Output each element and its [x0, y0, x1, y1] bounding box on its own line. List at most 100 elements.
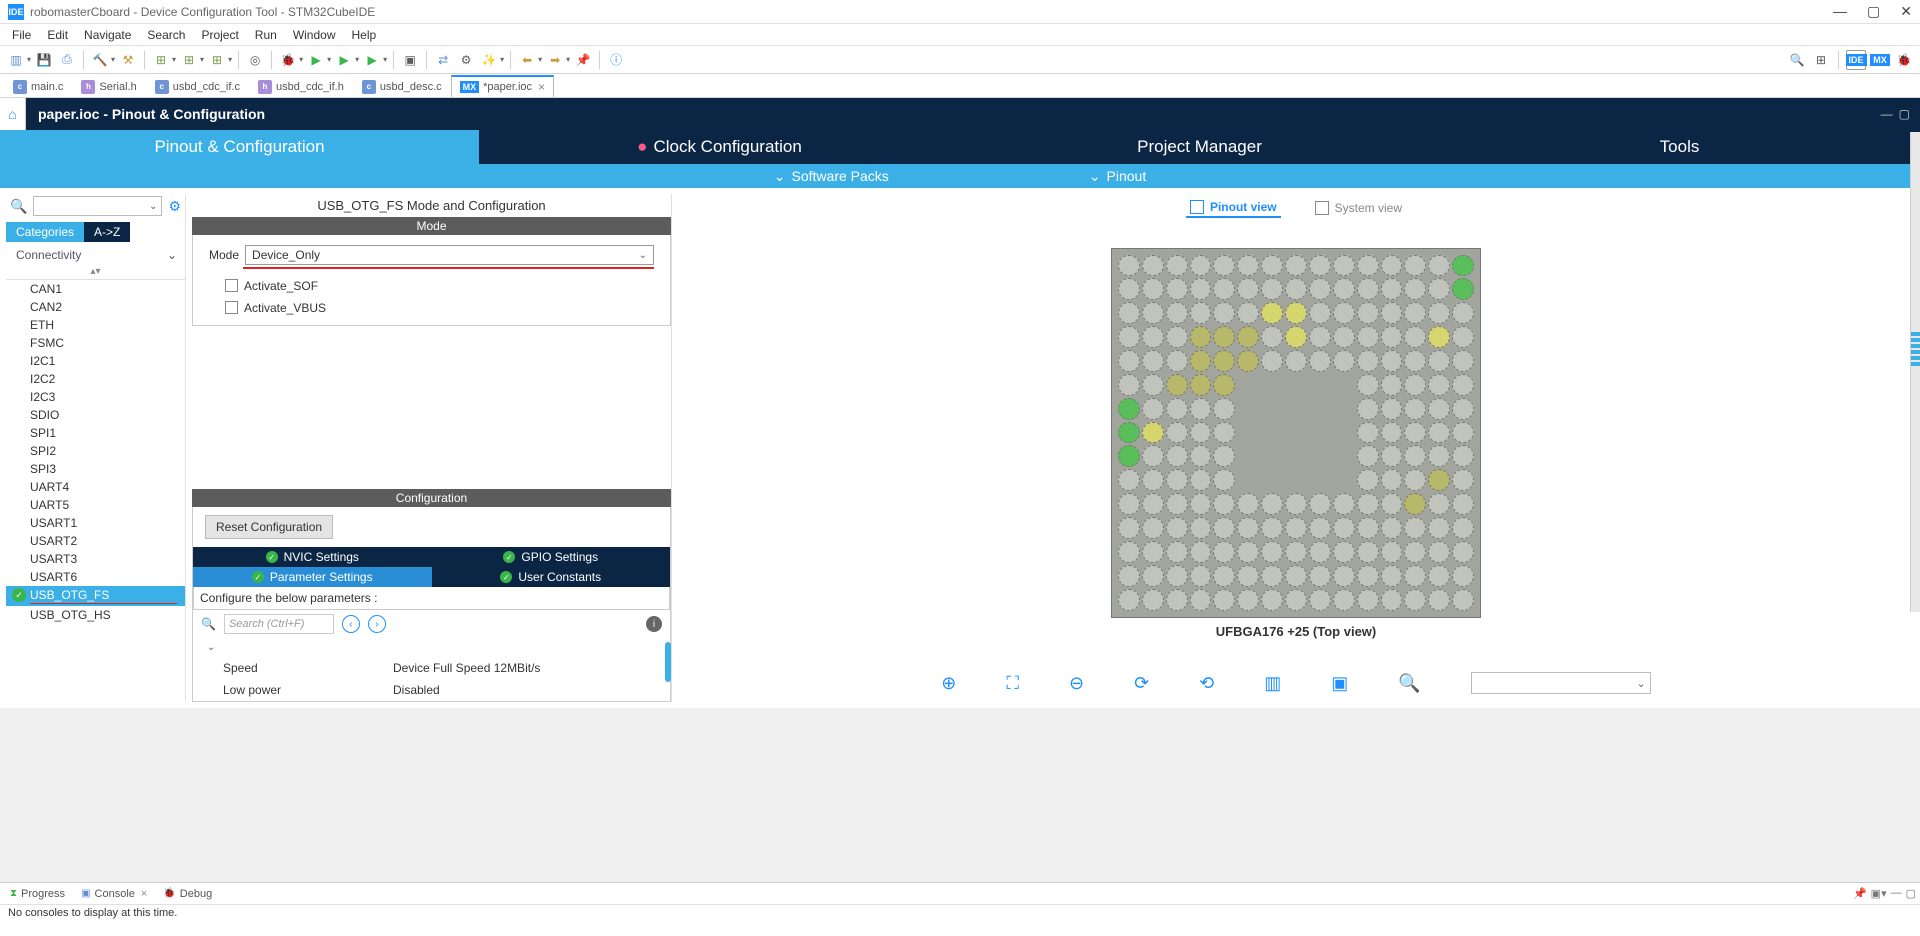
pin[interactable] — [1261, 350, 1283, 372]
pin[interactable] — [1213, 278, 1235, 300]
max-console-icon[interactable]: ▢ — [1906, 887, 1916, 900]
pin[interactable] — [1404, 350, 1426, 372]
pin[interactable] — [1381, 302, 1403, 324]
tab-user-constants[interactable]: ✓User Constants — [432, 567, 671, 587]
info-icon[interactable]: i — [646, 616, 662, 632]
menu-search[interactable]: Search — [139, 26, 193, 44]
pinout-view-toggle[interactable]: Pinout view — [1186, 198, 1281, 218]
tab-clock-config[interactable]: ●Clock Configuration — [480, 130, 960, 164]
pin[interactable] — [1285, 517, 1307, 539]
pin[interactable] — [1357, 589, 1379, 611]
sidebar-search-input[interactable]: ⌄ — [33, 196, 162, 216]
pin[interactable] — [1381, 278, 1403, 300]
pin[interactable] — [1309, 278, 1331, 300]
maximize-button[interactable]: ▢ — [1867, 3, 1880, 20]
pin[interactable] — [1213, 398, 1235, 420]
pin[interactable] — [1237, 541, 1259, 563]
pin[interactable] — [1452, 398, 1474, 420]
pin[interactable] — [1428, 517, 1450, 539]
pin[interactable] — [1381, 565, 1403, 587]
rotate-cw-icon[interactable]: ⟳ — [1134, 673, 1149, 694]
subtab-pinout[interactable]: ⌄Pinout — [1089, 168, 1146, 185]
pin[interactable] — [1285, 255, 1307, 277]
pin[interactable] — [1357, 326, 1379, 348]
pin[interactable] — [1237, 517, 1259, 539]
pin[interactable] — [1285, 541, 1307, 563]
pin[interactable] — [1166, 445, 1188, 467]
build-icon[interactable]: 🔨 — [90, 50, 110, 70]
breadcrumb-max-icon[interactable]: ▢ — [1899, 107, 1910, 121]
mode-select[interactable]: Device_Only ⌄ — [245, 245, 654, 265]
system-view-toggle[interactable]: System view — [1311, 198, 1406, 218]
pin[interactable] — [1142, 302, 1164, 324]
sidebar-item-spi3[interactable]: SPI3 — [6, 460, 185, 478]
target-icon[interactable]: ◎ — [245, 50, 265, 70]
reset-configuration-button[interactable]: Reset Configuration — [205, 515, 333, 539]
pin[interactable] — [1333, 589, 1355, 611]
activate-sof-checkbox[interactable]: Activate_SOF — [209, 275, 654, 297]
pin[interactable] — [1118, 541, 1140, 563]
pin[interactable] — [1357, 422, 1379, 444]
pin-console-icon[interactable]: 📌 — [1853, 887, 1867, 900]
pin[interactable] — [1381, 350, 1403, 372]
sort-icon[interactable]: ▴▾ — [6, 264, 185, 279]
pin[interactable] — [1190, 565, 1212, 587]
perspective-icon[interactable]: ⊞ — [1811, 50, 1831, 70]
pin[interactable] — [1166, 493, 1188, 515]
pin[interactable] — [1428, 589, 1450, 611]
pin[interactable] — [1285, 350, 1307, 372]
pin[interactable] — [1285, 589, 1307, 611]
search-icon[interactable]: 🔍 — [10, 198, 27, 215]
pin[interactable] — [1428, 469, 1450, 491]
tab-parameter-settings[interactable]: ✓Parameter Settings — [193, 567, 432, 587]
pin[interactable] — [1428, 374, 1450, 396]
tab-paper-ioc[interactable]: MX*paper.ioc× — [451, 75, 554, 97]
pin[interactable] — [1357, 374, 1379, 396]
pin[interactable] — [1166, 302, 1188, 324]
pin[interactable] — [1142, 517, 1164, 539]
new-class-icon[interactable]: ⊞ — [151, 50, 171, 70]
pin[interactable] — [1309, 493, 1331, 515]
pin[interactable] — [1190, 517, 1212, 539]
prev-match-icon[interactable]: ‹ — [342, 615, 360, 633]
sidebar-item-fsmc[interactable]: FSMC — [6, 334, 185, 352]
pin[interactable] — [1213, 255, 1235, 277]
pin[interactable] — [1309, 255, 1331, 277]
sidebar-item-usart2[interactable]: USART2 — [6, 532, 185, 550]
new-header-icon[interactable]: ⊞ — [207, 50, 227, 70]
pin[interactable] — [1261, 541, 1283, 563]
debug-icon[interactable]: 🐞 — [278, 50, 298, 70]
pin[interactable] — [1261, 517, 1283, 539]
pin[interactable] — [1118, 255, 1140, 277]
pin[interactable] — [1404, 517, 1426, 539]
pin[interactable] — [1452, 517, 1474, 539]
pin[interactable] — [1237, 493, 1259, 515]
pin[interactable] — [1237, 350, 1259, 372]
pin[interactable] — [1452, 422, 1474, 444]
pin[interactable] — [1452, 469, 1474, 491]
pin[interactable] — [1190, 445, 1212, 467]
pin[interactable] — [1309, 350, 1331, 372]
pin[interactable] — [1213, 541, 1235, 563]
pin[interactable] — [1333, 326, 1355, 348]
pin[interactable] — [1213, 469, 1235, 491]
pin[interactable] — [1452, 278, 1474, 300]
pin[interactable] — [1452, 350, 1474, 372]
activate-vbus-checkbox[interactable]: Activate_VBUS — [209, 297, 654, 319]
pin[interactable] — [1237, 302, 1259, 324]
pin[interactable] — [1357, 541, 1379, 563]
tab-categories[interactable]: Categories — [6, 222, 84, 242]
sidebar-group-connectivity[interactable]: Connectivity ⌄ — [6, 242, 185, 264]
rotate-ccw-icon[interactable]: ⟲ — [1199, 673, 1214, 694]
pin[interactable] — [1428, 445, 1450, 467]
pin[interactable] — [1142, 493, 1164, 515]
sidebar-item-i2c3[interactable]: I2C3 — [6, 388, 185, 406]
pin[interactable] — [1261, 589, 1283, 611]
pin[interactable] — [1190, 493, 1212, 515]
tab-usbd-cdc-if-h[interactable]: husbd_cdc_if.h — [249, 75, 353, 97]
pin[interactable] — [1452, 374, 1474, 396]
pin-icon[interactable]: 📌 — [573, 50, 593, 70]
pin[interactable] — [1404, 326, 1426, 348]
pin[interactable] — [1213, 589, 1235, 611]
pin[interactable] — [1381, 398, 1403, 420]
